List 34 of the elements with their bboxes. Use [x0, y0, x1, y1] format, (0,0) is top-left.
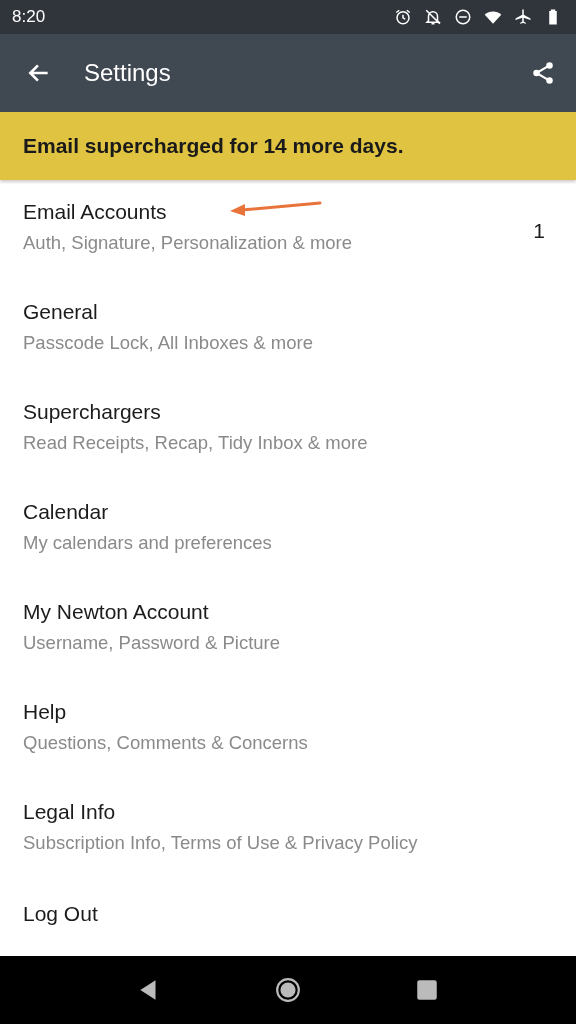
settings-item[interactable]: Superchargers Read Receipts, Recap, Tidy Inbox & more [0, 380, 576, 480]
status-time: 8:20 [12, 7, 47, 27]
item-subtitle: Subscription Info, Terms of Use & Privacy Policy [23, 832, 418, 854]
item-subtitle: Questions, Comments & Concerns [23, 732, 308, 754]
settings-item[interactable]: Email Accounts Auth, Signature, Personalization & more 1 [0, 180, 576, 280]
account-count: 1 [533, 219, 545, 244]
item-title: Email Accounts [23, 200, 167, 224]
item-title: Calendar [23, 500, 109, 524]
banner-text: Email supercharged for 14 more days. [23, 134, 404, 158]
airplane-icon [514, 8, 532, 26]
screen-title: Settings [84, 59, 172, 87]
do-not-disturb-icon [454, 8, 472, 26]
item-subtitle: Auth, Signature, Personalization & more [23, 232, 353, 254]
settings-item[interactable]: Help Questions, Comments & Concerns [0, 680, 576, 780]
item-title: General [23, 300, 98, 324]
item-title: My Newton Account [23, 600, 209, 624]
settings-item[interactable]: My Newton Account Username, Password & Picture [0, 580, 576, 680]
notifications-off-icon [424, 8, 442, 26]
settings-item[interactable]: Log Out [0, 880, 576, 956]
share-icon[interactable] [530, 60, 556, 86]
item-subtitle: My calendars and preferences [23, 532, 272, 554]
item-subtitle: Read Receipts, Recap, Tidy Inbox & more [23, 432, 368, 454]
wifi-icon [484, 8, 502, 26]
item-title: Log Out [23, 902, 98, 926]
item-title: Superchargers [23, 400, 161, 424]
settings-item[interactable]: Legal Info Subscription Info, Terms of Use & Privacy Policy [0, 780, 576, 880]
item-subtitle: Passcode Lock, All Inboxes & more [23, 332, 313, 354]
home-circle-icon[interactable] [275, 977, 301, 1003]
settings-item[interactable]: Calendar My calendars and preferences [0, 480, 576, 580]
item-title: Legal Info [23, 800, 116, 824]
item-subtitle: Username, Password & Picture [23, 632, 281, 654]
settings-item[interactable]: General Passcode Lock, All Inboxes & more [0, 280, 576, 380]
item-title: Help [23, 700, 67, 724]
alarm-icon [394, 8, 412, 26]
